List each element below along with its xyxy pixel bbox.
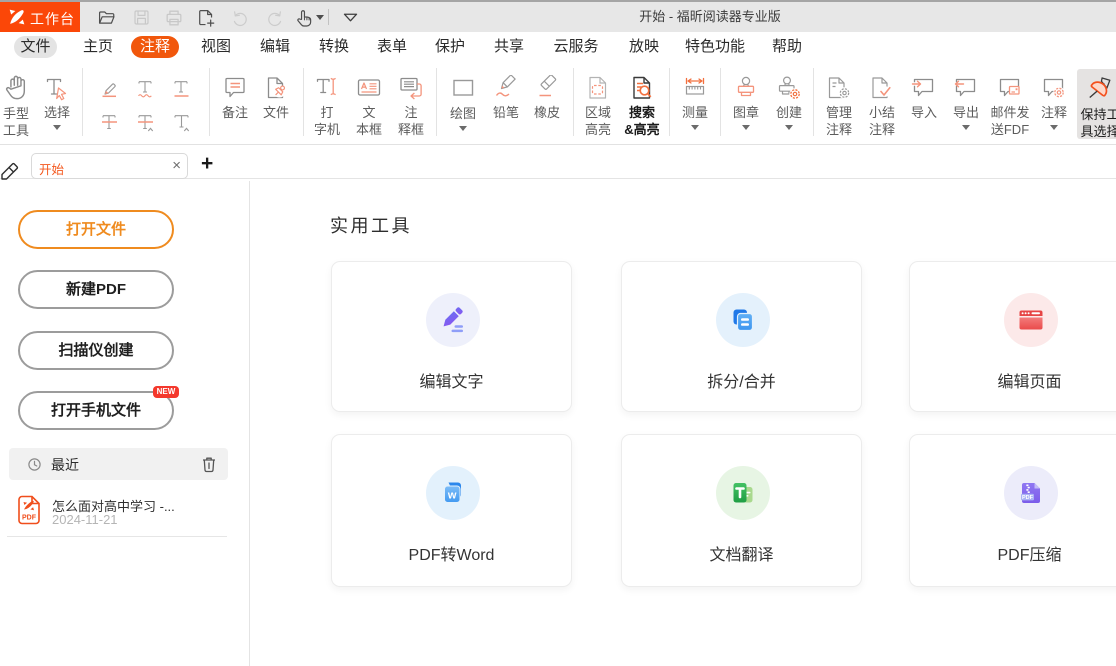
svg-text:w: w bbox=[446, 490, 456, 502]
svg-text:PDF: PDF bbox=[1022, 495, 1034, 501]
svg-text:PDF: PDF bbox=[22, 515, 37, 522]
